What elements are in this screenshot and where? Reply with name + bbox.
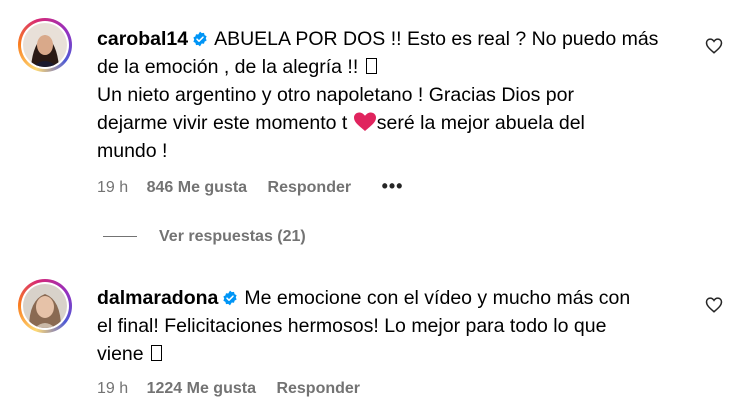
comment-time[interactable]: 19 h	[97, 380, 128, 398]
comment-item: dalmaradona Me emocione con el vídeo y mu…	[0, 0, 730, 418]
reply-button[interactable]: Responder	[276, 380, 360, 398]
username[interactable]: dalmaradona	[97, 287, 218, 309]
verified-badge-icon	[223, 290, 237, 306]
avatar[interactable]	[18, 279, 72, 333]
comment-text: dalmaradona Me emocione con el vídeo y mu…	[97, 287, 631, 365]
emoji-placeholder-icon	[151, 345, 163, 361]
likes-count[interactable]: 1224 Me gusta	[147, 380, 256, 398]
comment-meta: 19 h 1224 Me gusta Responder	[97, 380, 360, 398]
like-heart-icon[interactable]	[705, 296, 723, 314]
